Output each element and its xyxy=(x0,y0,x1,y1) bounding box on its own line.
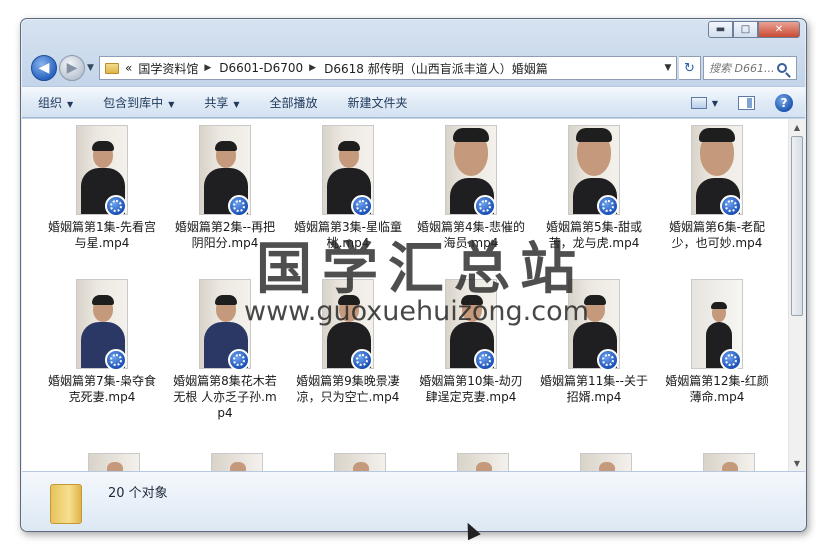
file-item-partial[interactable] xyxy=(580,453,632,471)
file-name: 婚姻篇第10集-劫刃肆逞定克妻.mp4 xyxy=(419,374,523,404)
folder-icon xyxy=(50,484,82,524)
organize-label: 组织 xyxy=(38,95,63,110)
chevron-down-icon: ▼ xyxy=(67,99,74,109)
back-button[interactable]: ◀ xyxy=(31,55,57,81)
command-bar: 组织 ▼ 包含到库中 ▼ 共享 ▼ 全部播放 新建文件夹 ▼ ? xyxy=(22,86,805,118)
organize-menu[interactable]: 组织 ▼ xyxy=(38,94,73,111)
address-overflow[interactable]: « xyxy=(125,61,132,75)
view-controls: ▼ ? xyxy=(690,94,793,112)
vertical-scrollbar[interactable]: ▲ ▼ xyxy=(788,119,805,471)
file-item-partial[interactable] xyxy=(334,453,386,471)
media-player-icon xyxy=(105,349,127,371)
breadcrumb-2[interactable]: D6618 郝传明（山西盲派丰道人）婚姻篇 xyxy=(324,60,548,77)
breadcrumb-separator[interactable]: ▶ xyxy=(309,63,316,73)
address-bar[interactable]: « 国学资料馆 ▶ D6601-D6700 ▶ D6618 郝传明（山西盲派丰道… xyxy=(99,56,677,80)
media-player-icon xyxy=(597,349,619,371)
share-menu[interactable]: 共享 ▼ xyxy=(204,94,239,111)
new-folder-button[interactable]: 新建文件夹 xyxy=(348,94,408,111)
file-name: 婚姻篇第9集晚景凄凉，只为空亡.mp4 xyxy=(296,374,400,404)
search-input[interactable] xyxy=(709,61,775,75)
details-pane: 20 个对象 xyxy=(22,471,805,531)
media-player-icon xyxy=(474,349,496,371)
file-item[interactable]: 婚姻篇第7集-枭夺食克死妻.mp4 xyxy=(42,279,162,405)
file-name: 婚姻篇第11集--关于招婿.mp4 xyxy=(540,374,648,404)
breadcrumb-1[interactable]: D6601-D6700 xyxy=(219,61,303,75)
window-controls: ▬ □ ✕ xyxy=(708,21,800,38)
scroll-down-button[interactable]: ▼ xyxy=(789,455,805,471)
breadcrumb-separator[interactable]: ▶ xyxy=(204,63,211,73)
file-name: 婚姻篇第6集-老配少，也可妙.mp4 xyxy=(669,220,765,250)
minimize-button[interactable]: ▬ xyxy=(708,21,733,38)
media-player-icon xyxy=(351,195,373,217)
media-player-icon xyxy=(597,195,619,217)
help-icon[interactable]: ? xyxy=(775,94,793,112)
media-player-icon xyxy=(228,349,250,371)
history-dropdown[interactable]: ▼ xyxy=(87,63,94,73)
file-name: 婚姻篇第8集花木若无根 人亦乏子孙.mp4 xyxy=(173,374,277,420)
forward-button[interactable]: ▶ xyxy=(59,55,85,81)
media-player-icon xyxy=(720,349,742,371)
refresh-icon: ↻ xyxy=(684,60,695,76)
file-item[interactable]: 婚姻篇第12集-红颜薄命.mp4 xyxy=(657,279,777,405)
media-player-icon xyxy=(105,195,127,217)
media-player-icon xyxy=(351,349,373,371)
preview-pane-icon[interactable] xyxy=(738,96,755,110)
chevron-down-icon: ▼ xyxy=(168,99,175,109)
breadcrumb-0[interactable]: 国学资料馆 xyxy=(138,60,198,77)
maximize-button[interactable]: □ xyxy=(733,21,758,38)
include-in-library-label: 包含到库中 xyxy=(103,95,164,110)
refresh-button[interactable]: ↻ xyxy=(679,56,701,80)
search-box[interactable] xyxy=(703,56,797,80)
folder-icon xyxy=(105,62,119,74)
share-label: 共享 xyxy=(204,95,229,110)
arrow-left-icon: ◀ xyxy=(38,60,50,76)
search-icon[interactable] xyxy=(777,63,787,73)
scroll-thumb[interactable] xyxy=(791,136,803,316)
include-in-library-menu[interactable]: 包含到库中 ▼ xyxy=(103,94,174,111)
file-name: 婚姻篇第1集-先看宫与星.mp4 xyxy=(48,220,156,250)
file-item[interactable]: 婚姻篇第1集-先看宫与星.mp4 xyxy=(42,125,162,251)
play-all-button[interactable]: 全部播放 xyxy=(270,94,318,111)
file-item-partial[interactable] xyxy=(211,453,263,471)
navigation-bar: ◀ ▶ ▼ « 国学资料馆 ▶ D6601-D6700 ▶ D6618 郝传明（… xyxy=(29,51,798,85)
chevron-down-icon: ▼ xyxy=(233,99,240,109)
file-name: 婚姻篇第7集-枭夺食克死妻.mp4 xyxy=(48,374,156,404)
watermark-title: 国学汇总站 xyxy=(256,237,586,302)
address-dropdown[interactable]: ▼ xyxy=(660,63,676,73)
file-item[interactable]: 婚姻篇第6集-老配少，也可妙.mp4 xyxy=(657,125,777,251)
watermark-url: www.guoxuehuizong.com xyxy=(244,296,589,327)
view-options-dropdown[interactable]: ▼ xyxy=(712,99,718,108)
media-player-icon xyxy=(228,195,250,217)
media-player-icon xyxy=(720,195,742,217)
file-item-partial[interactable] xyxy=(703,453,755,471)
file-item-partial[interactable] xyxy=(88,453,140,471)
file-item-partial[interactable] xyxy=(457,453,509,471)
change-view-icon[interactable] xyxy=(690,97,707,109)
close-button[interactable]: ✕ xyxy=(758,21,800,38)
scroll-up-button[interactable]: ▲ xyxy=(789,119,805,135)
item-count: 20 个对象 xyxy=(108,486,168,501)
file-name: 婚姻篇第12集-红颜薄命.mp4 xyxy=(665,374,769,404)
media-player-icon xyxy=(474,195,496,217)
arrow-right-icon: ▶ xyxy=(66,60,78,76)
